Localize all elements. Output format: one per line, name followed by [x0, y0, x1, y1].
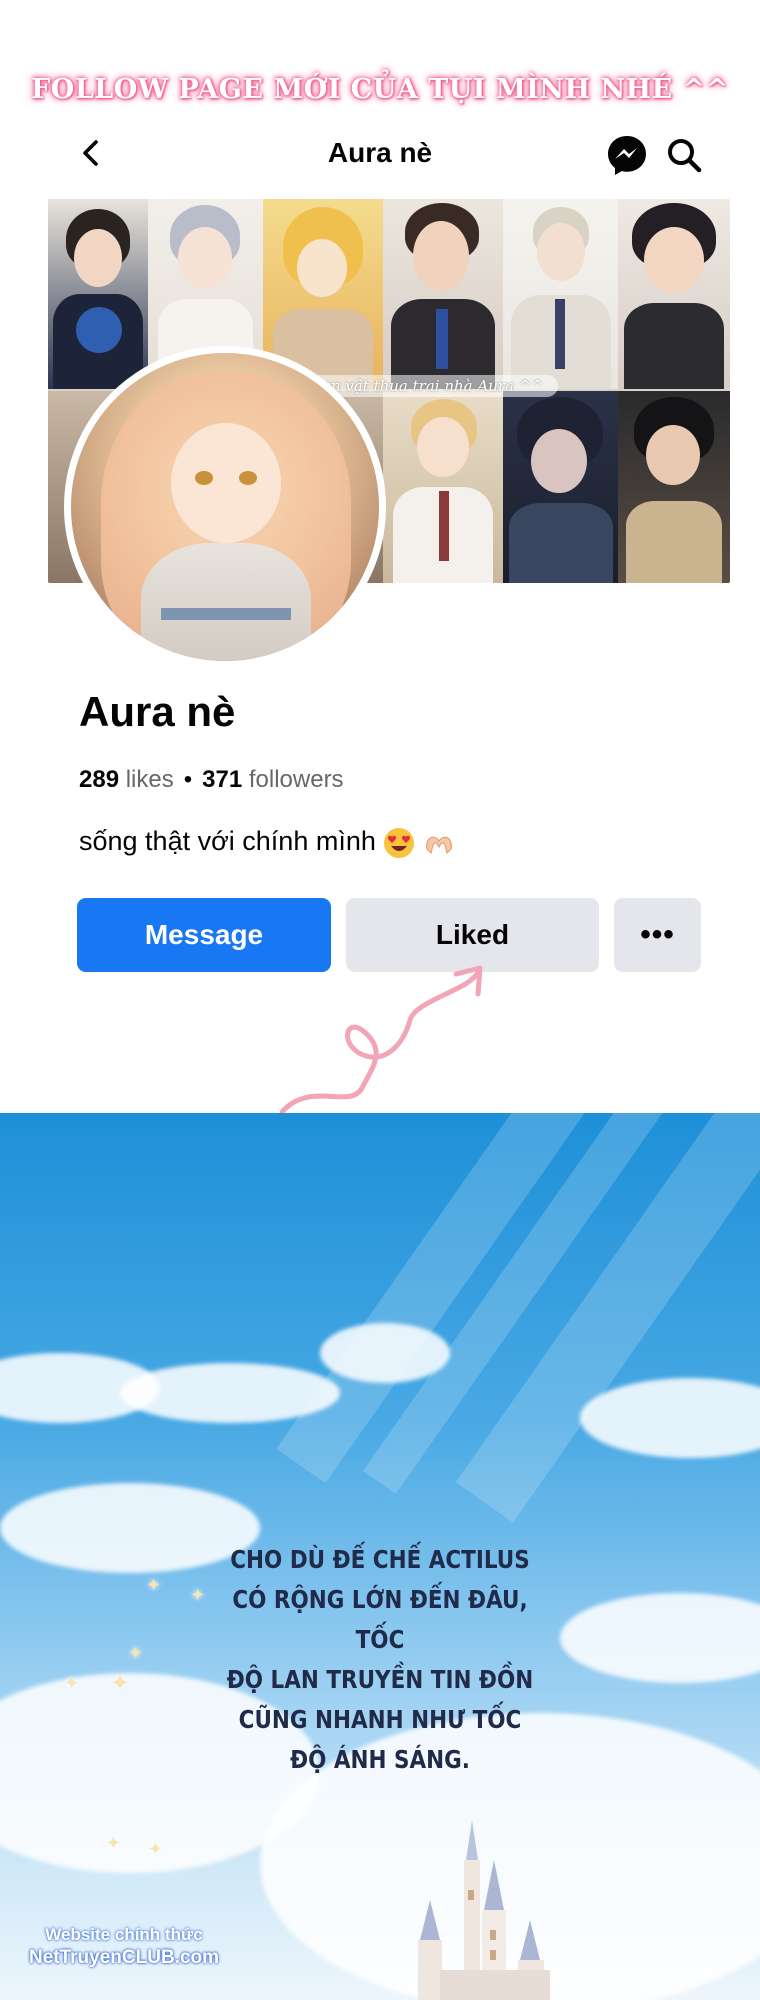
cover-tile-6 [618, 199, 730, 389]
speech-line: ĐỘ LAN TRUYỀN TIN ĐỒN [226, 1665, 534, 1694]
likes-count: 289 [79, 766, 120, 793]
speech-line: CHO DÙ ĐẾ CHẾ ACTILUS [230, 1545, 530, 1574]
cover-tile-1 [48, 199, 148, 389]
sparkle-icon: ✦ [106, 1833, 122, 1853]
more-options-button[interactable]: ••• [614, 898, 701, 972]
followers-label: followers [248, 766, 344, 793]
watermark-line-2: NetTruyenCLUB.com [28, 1947, 220, 1968]
cover-caption: an vật thua trai nhà Aura ^^ [308, 375, 558, 397]
watermark-line-1: Website chính thức [45, 1925, 203, 1944]
cover-tile-10 [618, 391, 730, 583]
cover-tile-4 [383, 199, 503, 389]
likes-label: likes [125, 766, 174, 793]
profile-avatar[interactable] [64, 346, 386, 668]
speech-text: CHO DÙ ĐẾ CHẾ ACTILUS CÓ RỘNG LỚN ĐẾN ĐÂ… [217, 1540, 544, 1780]
avatar-face [171, 423, 281, 543]
cover-tile-5 [503, 199, 618, 389]
cloud [320, 1323, 450, 1383]
cloud [560, 1593, 760, 1683]
profile-name: Aura nè [79, 688, 236, 735]
heart-hands-emoji-icon [426, 836, 452, 855]
avatar-belt [161, 608, 291, 620]
sparkle-icon: ✦ [64, 1673, 80, 1693]
avatar-eye [195, 471, 213, 485]
cloud [120, 1363, 340, 1423]
cover-tile-8 [383, 391, 503, 583]
search-icon[interactable] [664, 135, 704, 175]
avatar-dress [141, 543, 311, 661]
sparkle-icon: ✦ [148, 1839, 164, 1859]
speech-line: CŨNG NHANH NHƯ TỐC [238, 1705, 522, 1734]
sparkle-icon: ✦ [110, 1670, 131, 1697]
pink-arrow-icon [279, 965, 483, 1115]
cover-tile-9 [503, 391, 618, 583]
top-navigation-bar: Aura nè [50, 125, 710, 181]
followers-count: 371 [202, 766, 243, 793]
speech-line: CÓ RỘNG LỚN ĐẾN ĐÂU, TỐC [232, 1585, 528, 1654]
follow-banner: FOLLOW PAGE MỚI CỦA TỤI MÌNH NHÉ ^^ [31, 74, 729, 105]
sparkle-icon: ✦ [128, 1643, 144, 1663]
messenger-icon[interactable] [605, 133, 649, 177]
heart-eyes-emoji-icon [384, 827, 415, 858]
site-watermark: Website chính thức NetTruyenCLUB.com [4, 1925, 244, 1969]
castle-illustration [418, 1820, 550, 2000]
profile-stats: 289 likes • 371 followers [79, 766, 344, 794]
stats-separator: • [183, 766, 193, 793]
speech-line: ĐỘ ÁNH SÁNG. [290, 1745, 470, 1774]
bio-text: sống thật với chính mình [79, 826, 376, 856]
sparkle-icon: ✦ [146, 1575, 162, 1595]
profile-bio: sống thật với chính mình [79, 826, 455, 859]
cloud [580, 1378, 760, 1458]
avatar-eye [239, 471, 257, 485]
sparkle-icon: ✦ [190, 1585, 206, 1605]
